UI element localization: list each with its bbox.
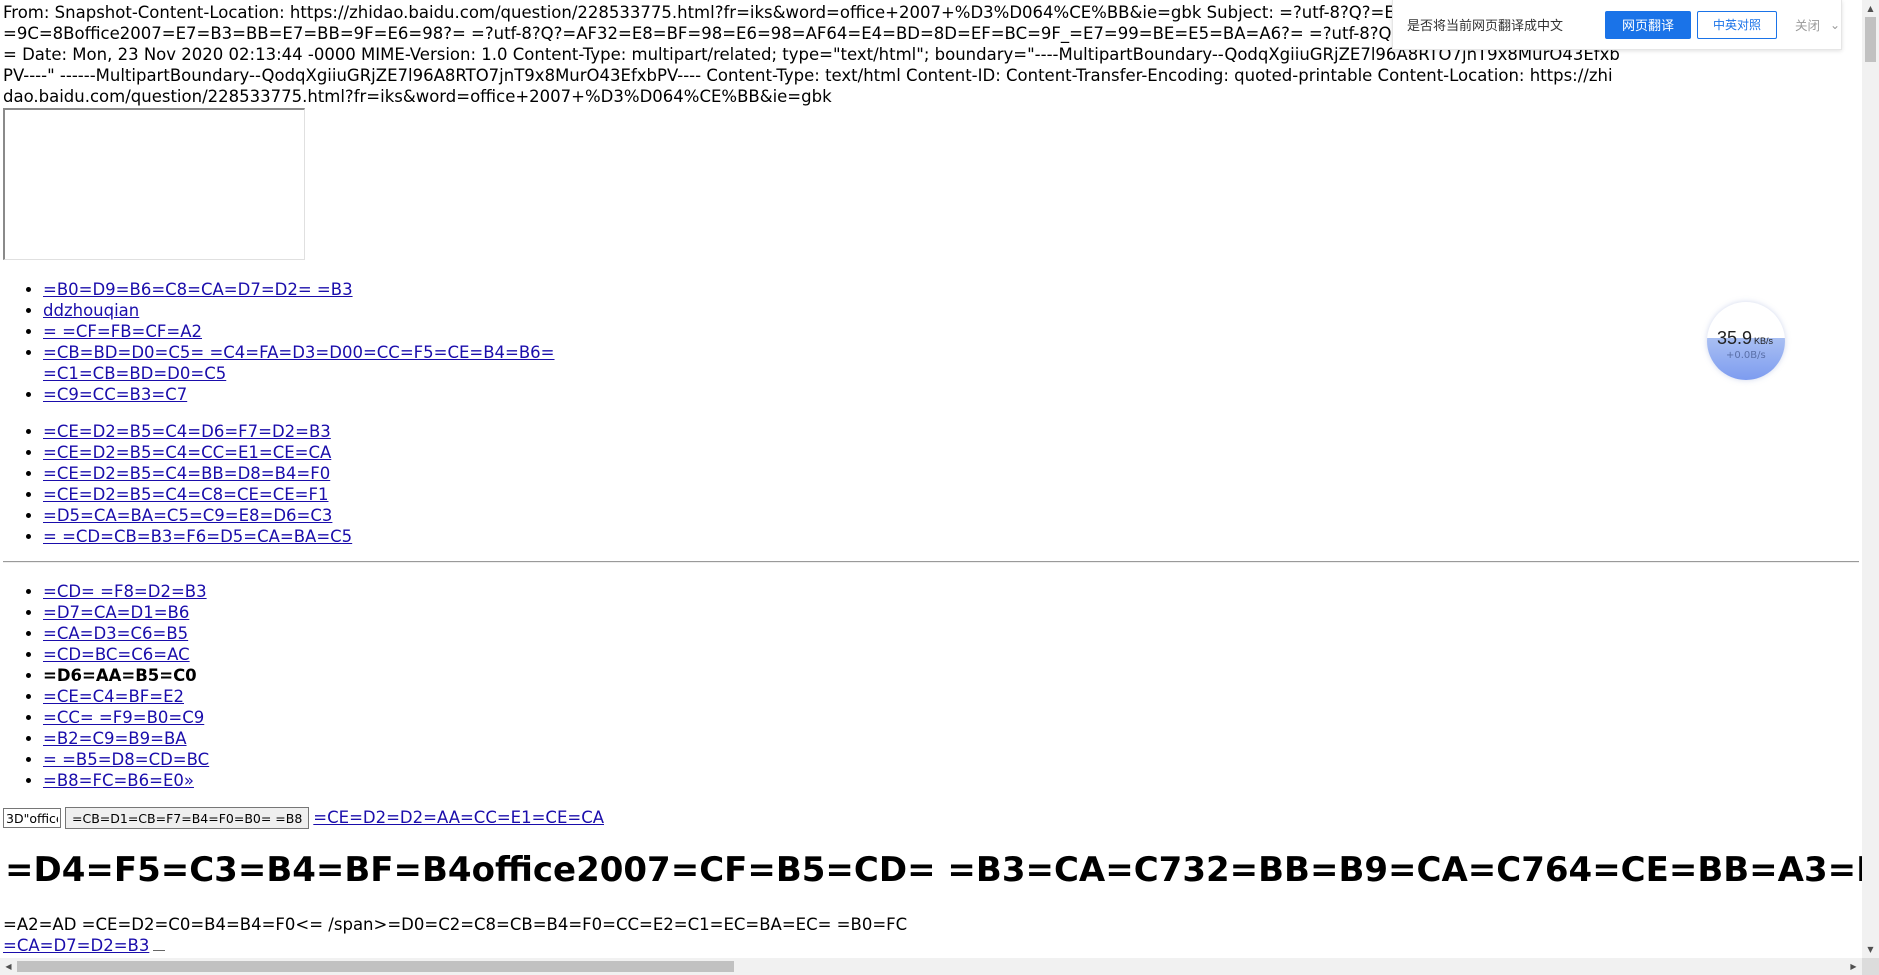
divider <box>3 561 1859 563</box>
list-item: = =CF=FB=CF=A2 <box>43 321 603 342</box>
horizontal-scroll-thumb[interactable] <box>17 961 734 972</box>
list-item: =B2=C9=B9=BA <box>43 728 209 749</box>
list-item: =C9=CC=B3=C7 <box>43 384 603 405</box>
scroll-down-icon[interactable]: ▼ <box>1862 941 1879 958</box>
scroll-right-icon[interactable]: ▶ <box>1845 958 1862 975</box>
list-item: =CE=D2=B5=C4=BB=D8=B4=F0 <box>43 463 352 484</box>
nav-link-username[interactable]: ddzhouqian <box>43 301 139 320</box>
network-speed-widget[interactable]: 35.9 KB/s +0.0B/s <box>1707 302 1785 380</box>
body-text: =A2=AD =CE=D2=C0=B4=B4=F0<= /span>=D0=C2… <box>3 915 908 934</box>
list-item: =CE=D2=B5=C4=CC=E1=CE=CA <box>43 442 352 463</box>
list-item: =D5=CA=BA=C5=C9=E8=D6=C3 <box>43 505 352 526</box>
vertical-scroll-thumb[interactable] <box>1865 17 1876 62</box>
search-input[interactable] <box>3 808 61 828</box>
product-current-zhidao: =D6=AA=B5=C0 <box>43 666 197 685</box>
menu-link-my-answers[interactable]: =CE=D2=B5=C4=BB=D8=B4=F0 <box>43 464 330 483</box>
list-item: =CC= =F9=B0=C9 <box>43 707 209 728</box>
list-item: = =CD=CB=B3=F6=D5=CA=BA=C5 <box>43 526 352 547</box>
product-link-news[interactable]: =D7=CA=D1=B6 <box>43 603 189 622</box>
product-link-map[interactable]: = =B5=D8=CD=BC <box>43 750 209 769</box>
home-link[interactable]: =CA=D7=D2=B3 <box>3 936 149 955</box>
product-link-web[interactable]: =CD= =F8=D2=B3 <box>43 582 207 601</box>
speed-readout: 35.9 KB/s <box>1717 328 1773 349</box>
speed-sub: +0.0B/s <box>1726 350 1766 361</box>
scroll-up-icon[interactable]: ▲ <box>1862 0 1879 17</box>
list-item: =CA=D3=C6=B5 <box>43 623 209 644</box>
search-answer-button[interactable]: =CB=D1=CB=F7=B4=F0=B0= =B8 <box>65 807 310 829</box>
mime-header-text: From: Snapshot-Content-Location: https:/… <box>3 3 1620 106</box>
scrollbar-corner <box>1862 958 1879 975</box>
list-item: =CE=C4=BF=E2 <box>43 686 209 707</box>
list-item: =CB=BD=D0=C5= =C4=FA=D3=D00=CC=F5=CE=B4=… <box>43 342 603 384</box>
product-link-caigou[interactable]: =B2=C9=B9=BA <box>43 729 187 748</box>
nav-link-messages[interactable]: = =CF=FB=CF=A2 <box>43 322 202 341</box>
menu-link-account-settings[interactable]: =D5=CA=BA=C5=C9=E8=D6=C3 <box>43 506 332 525</box>
list-item: =CD=BC=C6=AC <box>43 644 209 665</box>
list-item: =D7=CA=D1=B6 <box>43 602 209 623</box>
search-row: =CB=D1=CB=F7=B4=F0=B0= =B8 =CE=D2=D2=AA=… <box>3 807 604 829</box>
chevron-down-icon[interactable]: ⌄ <box>1830 18 1840 32</box>
ask-question-link[interactable]: =CE=D2=D2=AA=CC=E1=CE=CA <box>313 807 604 829</box>
horizontal-scrollbar[interactable]: ◀ ▶ <box>0 958 1862 975</box>
page-title: =D4=F5=C3=B4=BF=B4office2007=CF=B5=CD= =… <box>5 850 1879 890</box>
list-item: =CD= =F8=D2=B3 <box>43 581 209 602</box>
menu-link-my-tasks[interactable]: =CE=D2=B5=C4=C8=CE=CE=F1 <box>43 485 329 504</box>
nav-link-private-messages[interactable]: =CB=BD=D0=C5= =C4=FA=D3=D00=CC=F5=CE=B4=… <box>43 343 555 383</box>
list-item: ddzhouqian <box>43 300 603 321</box>
menu-link-logout[interactable]: = =CD=CB=B3=F6=D5=CA=BA=C5 <box>43 527 352 546</box>
close-translate-button[interactable]: 关闭 <box>1795 15 1820 34</box>
nav-link-home[interactable]: =B0=D9=B6=C8=CA=D7=D2= =B3 <box>43 280 353 299</box>
speed-value: 35.9 <box>1717 328 1753 348</box>
menu-link-my-questions[interactable]: =CE=D2=B5=C4=CC=E1=CE=CA <box>43 443 331 462</box>
translate-prompt: 是否将当前网页翻译成中文 <box>1407 19 1564 34</box>
product-link-wenku[interactable]: =CE=C4=BF=E2 <box>43 687 184 706</box>
product-link-tieba[interactable]: =CC= =F9=B0=C9 <box>43 708 204 727</box>
list-item: =CE=D2=B5=C4=C8=CE=CE=F1 <box>43 484 352 505</box>
user-menu-list: =CE=D2=B5=C4=D6=F7=D2=B3 =CE=D2=B5=C4=CC… <box>0 421 352 547</box>
menu-link-my-home[interactable]: =CE=D2=B5=C4=D6=F7=D2=B3 <box>43 422 331 441</box>
list-item: = =B5=D8=CD=BC <box>43 749 209 770</box>
embedded-frame <box>3 108 305 260</box>
product-link-more[interactable]: =B8=FC=B6=E0» <box>43 771 194 790</box>
product-link-images[interactable]: =CD=BC=C6=AC <box>43 645 190 664</box>
product-link-video[interactable]: =CA=D3=C6=B5 <box>43 624 188 643</box>
nav-link-mall[interactable]: =C9=CC=B3=C7 <box>43 385 187 404</box>
list-item: =B0=D9=B6=C8=CA=D7=D2= =B3 <box>43 279 603 300</box>
list-item: =CE=D2=B5=C4=D6=F7=D2=B3 <box>43 421 352 442</box>
translate-page-button[interactable]: 网页翻译 <box>1605 10 1691 39</box>
text-cursor <box>153 936 166 951</box>
product-nav-list: =CD= =F8=D2=B3 =D7=CA=D1=B6 =CA=D3=C6=B5… <box>0 581 209 791</box>
scroll-left-icon[interactable]: ◀ <box>0 958 17 975</box>
vertical-scrollbar[interactable]: ▲ ▼ <box>1862 0 1879 975</box>
bilingual-button[interactable]: 中英对照 <box>1697 10 1777 39</box>
list-item: =B8=FC=B6=E0» <box>43 770 209 791</box>
speed-unit: KB/s <box>1754 336 1774 346</box>
bottom-link-row: =CA=D7=D2=B3 <box>3 935 166 956</box>
list-item: =D6=AA=B5=C0 <box>43 665 209 686</box>
translate-bar: 是否将当前网页翻译成中文 网页翻译 中英对照 关闭 ⌄ <box>1392 0 1842 50</box>
user-nav-list: =B0=D9=B6=C8=CA=D7=D2= =B3 ddzhouqian = … <box>0 279 603 405</box>
